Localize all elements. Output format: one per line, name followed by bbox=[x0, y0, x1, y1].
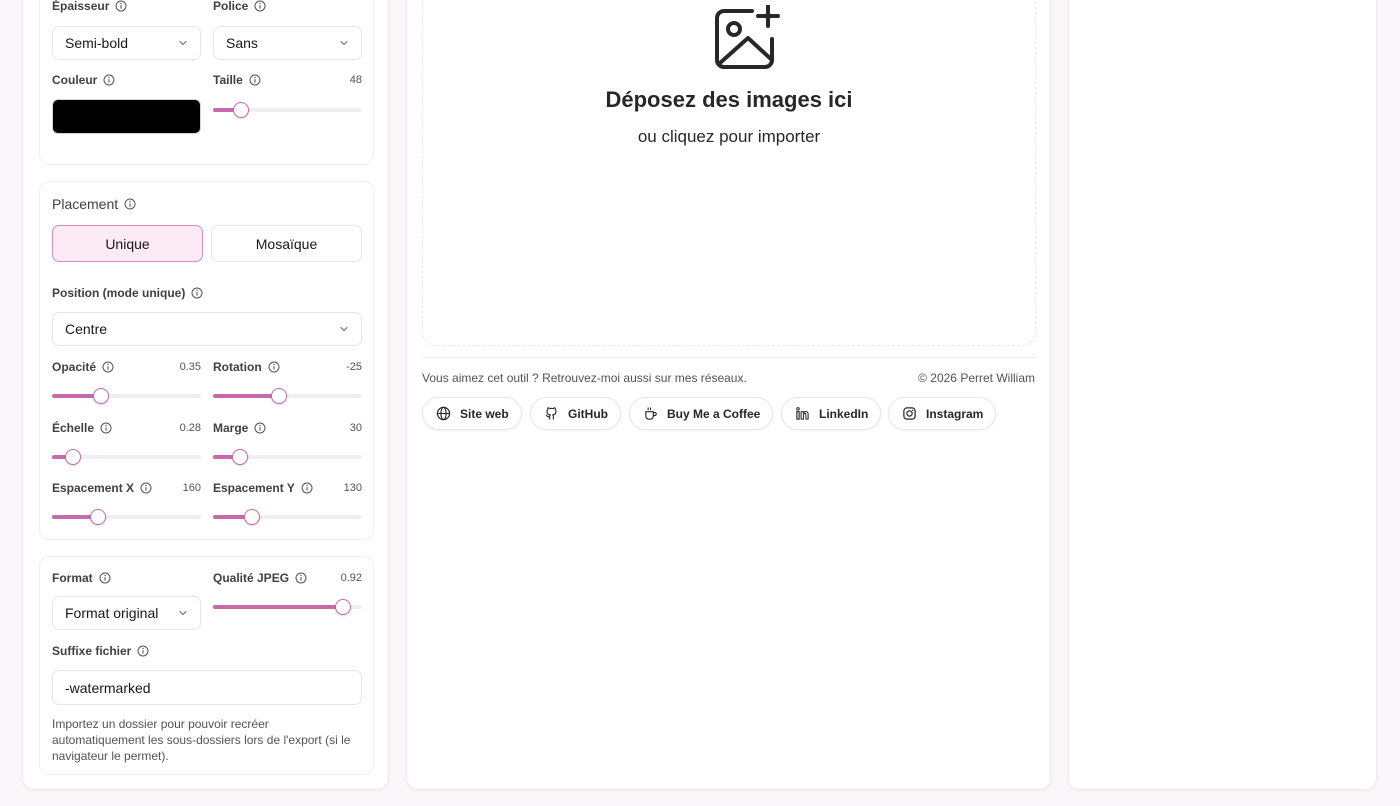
quality-label: Qualité JPEG bbox=[213, 571, 307, 585]
mode-mosaic-button[interactable]: Mosaïque bbox=[211, 225, 362, 262]
info-icon[interactable] bbox=[124, 198, 136, 210]
opacity-label: Opacité bbox=[52, 360, 114, 374]
scale-value: 0.28 bbox=[179, 422, 201, 434]
color-label: Couleur bbox=[52, 73, 115, 87]
spacing-x-label: Espacement X bbox=[52, 481, 152, 495]
margin-slider[interactable] bbox=[213, 447, 362, 467]
size-slider[interactable] bbox=[213, 100, 362, 120]
info-icon[interactable] bbox=[99, 572, 111, 584]
info-icon[interactable] bbox=[295, 572, 307, 584]
rotation-slider[interactable] bbox=[213, 386, 362, 406]
link-instagram[interactable]: Instagram bbox=[888, 397, 997, 430]
placement-card: Placement Unique Mosaïque Position (mode… bbox=[39, 181, 374, 540]
spacing-x-slider[interactable] bbox=[52, 507, 201, 527]
slider-thumb[interactable] bbox=[243, 509, 260, 525]
github-icon bbox=[545, 407, 557, 420]
spacing-y-slider[interactable] bbox=[213, 507, 362, 527]
rotation-value: -25 bbox=[346, 361, 362, 373]
scale-slider[interactable] bbox=[52, 447, 201, 467]
link-github[interactable]: GitHub bbox=[530, 397, 621, 430]
format-select[interactable]: Format original bbox=[52, 596, 201, 630]
weight-label: Épaisseur bbox=[52, 0, 127, 13]
info-icon[interactable] bbox=[115, 0, 127, 12]
info-icon[interactable] bbox=[268, 361, 280, 373]
info-icon[interactable] bbox=[254, 0, 266, 12]
opacity-slider[interactable] bbox=[52, 386, 201, 406]
link-buy-me-a-coffee[interactable]: Buy Me a Coffee bbox=[629, 397, 774, 430]
rotation-label: Rotation bbox=[213, 360, 280, 374]
link-linkedin[interactable]: LinkedIn bbox=[781, 397, 882, 430]
slider-thumb[interactable] bbox=[334, 599, 351, 615]
position-label: Position (mode unique) bbox=[52, 286, 203, 300]
info-icon[interactable] bbox=[254, 422, 266, 434]
info-icon[interactable] bbox=[249, 74, 261, 86]
suffix-input[interactable]: -watermarked bbox=[52, 670, 362, 705]
quality-value: 0.92 bbox=[340, 572, 362, 584]
quality-slider[interactable] bbox=[213, 597, 362, 617]
image-plus-icon bbox=[715, 5, 780, 69]
slider-thumb[interactable] bbox=[270, 388, 287, 404]
typography-card: Épaisseur Semi-bold Police Sans Couleur … bbox=[39, 0, 374, 165]
font-label: Police bbox=[213, 0, 266, 13]
mode-unique-button[interactable]: Unique bbox=[52, 225, 203, 262]
margin-value: 30 bbox=[349, 422, 362, 434]
info-icon[interactable] bbox=[102, 361, 114, 373]
color-picker[interactable] bbox=[52, 99, 201, 134]
info-icon[interactable] bbox=[191, 287, 203, 299]
coffee-icon bbox=[645, 407, 657, 420]
settings-panel: Épaisseur Semi-bold Police Sans Couleur … bbox=[22, 0, 389, 790]
spacing-y-value: 130 bbox=[343, 482, 362, 494]
margin-label: Marge bbox=[213, 421, 266, 435]
chevron-down-icon bbox=[178, 38, 188, 48]
slider-thumb[interactable] bbox=[93, 388, 110, 404]
linkedin-icon bbox=[796, 407, 809, 420]
slider-thumb[interactable] bbox=[90, 509, 107, 525]
spacing-x-value: 160 bbox=[182, 482, 201, 494]
slider-thumb[interactable] bbox=[233, 102, 250, 118]
format-label: Format bbox=[52, 571, 111, 585]
dropzone-title: Déposez des images ici bbox=[605, 87, 853, 112]
slider-thumb[interactable] bbox=[231, 449, 248, 465]
suffix-label: Suffixe fichier bbox=[52, 644, 149, 658]
main-panel: Déposez des images ici ou cliquez pour i… bbox=[406, 0, 1051, 790]
scale-label: Échelle bbox=[52, 421, 112, 435]
footer-tagline: Vous aimez cet outil ? Retrouvez-moi aus… bbox=[422, 371, 747, 385]
divider bbox=[422, 357, 1036, 358]
info-icon[interactable] bbox=[137, 645, 149, 657]
preview-panel bbox=[1068, 0, 1377, 790]
export-card: Format Format original Qualité JPEG 0.92… bbox=[39, 556, 374, 775]
instagram-icon bbox=[903, 407, 916, 420]
chevron-down-icon bbox=[178, 608, 188, 618]
footer-copyright: © 2026 Perret William bbox=[918, 371, 1035, 385]
placement-title: Placement bbox=[52, 196, 136, 212]
size-value: 48 bbox=[349, 74, 362, 86]
globe-icon bbox=[436, 406, 451, 421]
size-label: Taille bbox=[213, 73, 261, 87]
slider-thumb[interactable] bbox=[64, 449, 81, 465]
info-icon[interactable] bbox=[103, 74, 115, 86]
link-site-web[interactable]: Site web bbox=[422, 397, 522, 430]
dropzone-subtitle: ou cliquez pour importer bbox=[637, 127, 821, 146]
chevron-down-icon bbox=[339, 324, 349, 334]
spacing-y-label: Espacement Y bbox=[213, 481, 313, 495]
folder-help-text: Importez un dossier pour pouvoir recréer… bbox=[52, 717, 351, 763]
font-select[interactable]: Sans bbox=[213, 26, 362, 60]
info-icon[interactable] bbox=[100, 422, 112, 434]
opacity-value: 0.35 bbox=[179, 361, 201, 373]
weight-select[interactable]: Semi-bold bbox=[52, 26, 201, 60]
chevron-down-icon bbox=[339, 38, 349, 48]
image-dropzone[interactable]: Déposez des images ici ou cliquez pour i… bbox=[422, 0, 1036, 346]
position-select[interactable]: Centre bbox=[52, 312, 362, 346]
